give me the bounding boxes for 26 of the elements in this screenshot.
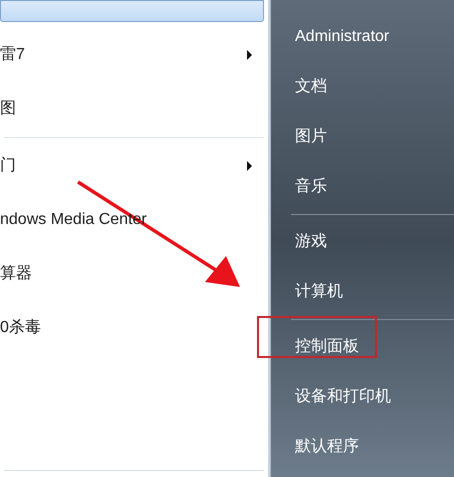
submenu-arrow-icon — [247, 50, 252, 60]
places-item[interactable]: 图片 — [295, 112, 454, 162]
item-label: 文档 — [295, 76, 327, 97]
places-item[interactable]: 设备和打印机 — [295, 372, 454, 422]
item-label: 控制面板 — [295, 336, 359, 357]
places-item[interactable]: 默认程序 — [295, 422, 454, 472]
program-item[interactable]: 雷7 — [0, 28, 268, 82]
program-item[interactable]: 0杀毒 — [0, 301, 268, 355]
item-label: 默认程序 — [295, 436, 359, 457]
places-item[interactable]: 计算机 — [295, 267, 454, 317]
item-label: Administrator — [295, 27, 390, 47]
item-label: 设备和打印机 — [295, 386, 391, 407]
places-item[interactable]: 文档 — [295, 62, 454, 112]
item-label: 游戏 — [295, 232, 327, 252]
places-item[interactable]: Administrator — [295, 12, 454, 62]
item-label: 音乐 — [295, 176, 327, 197]
item-label: 图片 — [295, 126, 327, 147]
places-item[interactable]: 游戏 — [295, 217, 454, 267]
program-item[interactable]: 图 — [0, 82, 268, 136]
places-item[interactable]: 控制面板 — [295, 322, 454, 372]
program-item[interactable]: 算器 — [0, 247, 268, 301]
places-item[interactable]: 音乐 — [295, 162, 454, 212]
submenu-arrow-icon — [247, 161, 252, 171]
item-label: 计算机 — [295, 282, 343, 302]
program-item[interactable] — [0, 0, 264, 22]
program-item[interactable]: 门 — [0, 139, 268, 193]
